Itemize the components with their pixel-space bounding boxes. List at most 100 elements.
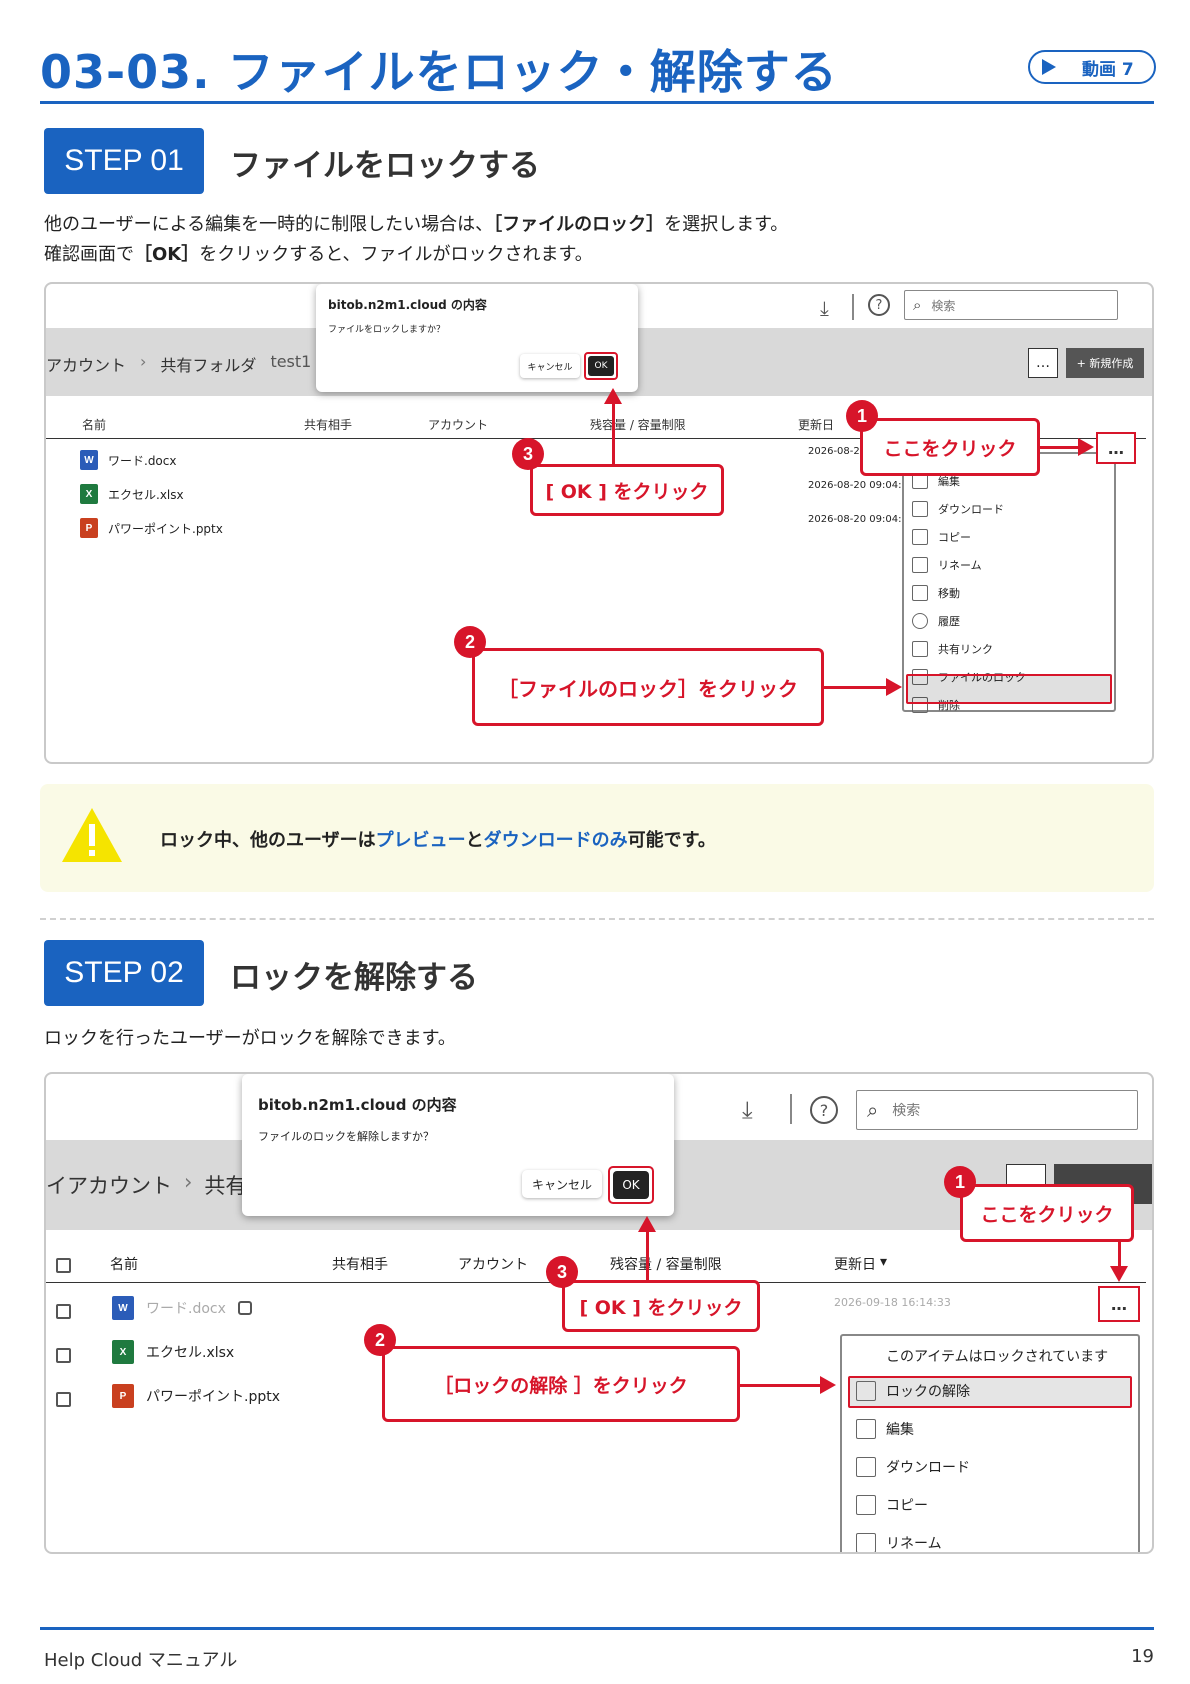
help-icon[interactable]: ? <box>868 294 890 316</box>
excel-file-icon: X <box>80 484 98 504</box>
row-checkbox[interactable] <box>56 1304 71 1319</box>
cancel-button[interactable]: キャンセル <box>520 354 580 378</box>
search-icon: ⌕ <box>867 1098 879 1122</box>
column-header-account[interactable]: アカウント <box>428 416 488 433</box>
confirm-dialog: bitob.n2m1.cloud の内容 ファイルをロックしますか？ キャンセル… <box>316 284 638 392</box>
arrow-line <box>824 686 888 689</box>
text-segment: を選択します。 <box>664 214 789 235</box>
callout-1: ここをクリック <box>860 418 1040 476</box>
lock-icon <box>237 1301 252 1315</box>
more-options-button[interactable]: … <box>1028 348 1058 378</box>
breadcrumb-item[interactable]: test1 <box>270 352 311 376</box>
menu-item-rename[interactable]: リネーム <box>912 556 1026 574</box>
footer-manual-title: Help Cloud マニュアル <box>44 1650 238 1671</box>
menu-label: 編集 <box>886 1422 914 1438</box>
dialog-message: ファイルをロックしますか？ <box>328 325 446 335</box>
menu-item-download[interactable]: ダウンロード <box>912 500 1026 518</box>
highlight-preview: プレビュー <box>375 830 466 851</box>
page-number: 19 <box>1131 1646 1154 1667</box>
search-input[interactable]: ⌕ 検索 <box>904 290 1118 320</box>
arrow-line <box>646 1230 649 1280</box>
row-checkbox[interactable] <box>56 1392 71 1407</box>
step1-screenshot: ⤓ ? ⌕ 検索 アカウント › 共有フォルダ test1 … + 新規作成 名… <box>44 282 1154 764</box>
dialog-title: bitob.n2m1.cloud の内容 <box>258 1096 457 1114</box>
text-segment: 他のユーザーによる編集を一時的に制限したい場合は、 <box>44 214 494 235</box>
table-row[interactable]: X エクセル.xlsx <box>80 484 184 504</box>
menu-label: 共有リンク <box>938 643 993 656</box>
file-date: 2026-09-18 16:14:33 <box>834 1296 951 1309</box>
help-icon[interactable]: ? <box>810 1096 838 1124</box>
excel-file-icon: X <box>112 1340 134 1364</box>
menu-item-copy[interactable]: コピー <box>912 528 1026 546</box>
menu-label: コピー <box>886 1498 928 1514</box>
column-header-account[interactable]: アカウント <box>458 1254 528 1274</box>
edit-icon <box>856 1419 876 1439</box>
title-divider <box>40 101 1154 104</box>
move-icon <box>912 585 928 601</box>
select-all-checkbox[interactable] <box>56 1258 71 1273</box>
arrow-head-down <box>1110 1266 1128 1282</box>
column-header-shared[interactable]: 共有相手 <box>304 416 352 433</box>
video-link-button[interactable]: 動画 7 <box>1028 50 1156 84</box>
page-title: 03-03. ファイルをロック・解除する <box>40 45 838 99</box>
toolbar-divider <box>852 294 854 320</box>
section-divider <box>40 918 1154 920</box>
breadcrumb-item[interactable]: 共有 <box>204 1170 246 1200</box>
menu-item-share-link[interactable]: 共有リンク <box>912 640 1026 658</box>
bold-segment: ［OK］ <box>134 244 200 265</box>
file-name: パワーポイント.pptx <box>108 521 223 536</box>
text-segment: をクリックすると、ファイルがロックされます。 <box>199 244 593 265</box>
step2-screenshot: ⤓ ? ⌕ 検索 イアカウント › 共有 名前 共有相手 アカウント 残容量 /… <box>44 1072 1154 1554</box>
bold-segment: ［ファイルのロック］ <box>493 214 665 235</box>
table-row[interactable]: X エクセル.xlsx <box>112 1340 234 1364</box>
column-header-name[interactable]: 名前 <box>82 416 106 433</box>
menu-item-move[interactable]: 移動 <box>912 584 1026 602</box>
search-icon: ⌕ <box>913 296 922 314</box>
table-row[interactable]: W ワード.docx <box>80 450 176 470</box>
menu-item-history[interactable]: 履歴 <box>912 612 1026 630</box>
column-header-shared[interactable]: 共有相手 <box>332 1254 388 1274</box>
search-input[interactable]: ⌕ 検索 <box>856 1090 1138 1130</box>
breadcrumb-item[interactable]: 共有フォルダ <box>160 352 256 376</box>
ok-button[interactable]: OK <box>613 1171 649 1199</box>
play-icon <box>1042 59 1056 75</box>
column-header-updated[interactable]: 更新日 <box>798 416 834 433</box>
download-icon[interactable]: ⤓ <box>742 1096 753 1124</box>
new-create-button[interactable]: + 新規作成 <box>1066 348 1144 378</box>
column-header-capacity[interactable]: 残容量 / 容量制限 <box>610 1254 722 1274</box>
word-file-icon: W <box>80 450 98 470</box>
text-segment: 可能です。 <box>627 830 716 851</box>
menu-item-download[interactable]: ダウンロード <box>856 1456 970 1478</box>
ok-button[interactable]: OK <box>588 356 614 376</box>
menu-item-edit[interactable]: 編集 <box>856 1418 970 1440</box>
breadcrumb-item[interactable]: イアカウント <box>46 1170 172 1200</box>
step2-badge: STEP 02 <box>44 940 204 1006</box>
step1-desc-line2: 確認画面で［OK］をクリックすると、ファイルがロックされます。 <box>44 240 593 270</box>
table-row[interactable]: W ワード.docx <box>112 1296 252 1320</box>
toolbar-divider <box>790 1094 792 1124</box>
menu-item-unlock[interactable]: ロックの解除 <box>856 1380 970 1402</box>
column-header-name[interactable]: 名前 <box>110 1254 138 1274</box>
history-icon <box>912 613 928 629</box>
row-checkbox[interactable] <box>56 1348 71 1363</box>
cancel-button[interactable]: キャンセル <box>522 1170 602 1198</box>
step2-title: ロックを解除する <box>230 960 478 996</box>
step2-desc: ロックを行ったユーザーがロックを解除できます。 <box>44 1028 456 1049</box>
row-more-button[interactable]: … <box>1096 432 1136 464</box>
download-icon[interactable]: ⤓ <box>820 296 829 320</box>
breadcrumb-item[interactable]: アカウント <box>46 352 126 376</box>
table-row[interactable]: P パワーポイント.pptx <box>112 1384 280 1408</box>
menu-item-copy[interactable]: コピー <box>856 1494 970 1516</box>
menu-item-rename[interactable]: リネーム <box>856 1532 970 1552</box>
column-header-capacity[interactable]: 残容量 / 容量制限 <box>590 416 686 433</box>
callout-1: ここをクリック <box>960 1184 1134 1242</box>
arrow-head-right <box>1078 438 1094 456</box>
row-more-button[interactable]: … <box>1098 1286 1140 1322</box>
footer-divider <box>40 1627 1154 1630</box>
ok-highlight: OK <box>584 352 618 380</box>
callout-2: ［ファイルのロック］をクリック <box>472 648 824 726</box>
column-header-updated[interactable]: 更新日 ▾ <box>834 1254 887 1274</box>
callout-1-number: 1 <box>944 1166 976 1198</box>
breadcrumb: アカウント › 共有フォルダ test1 <box>46 352 311 376</box>
table-row[interactable]: P パワーポイント.pptx <box>80 518 223 538</box>
